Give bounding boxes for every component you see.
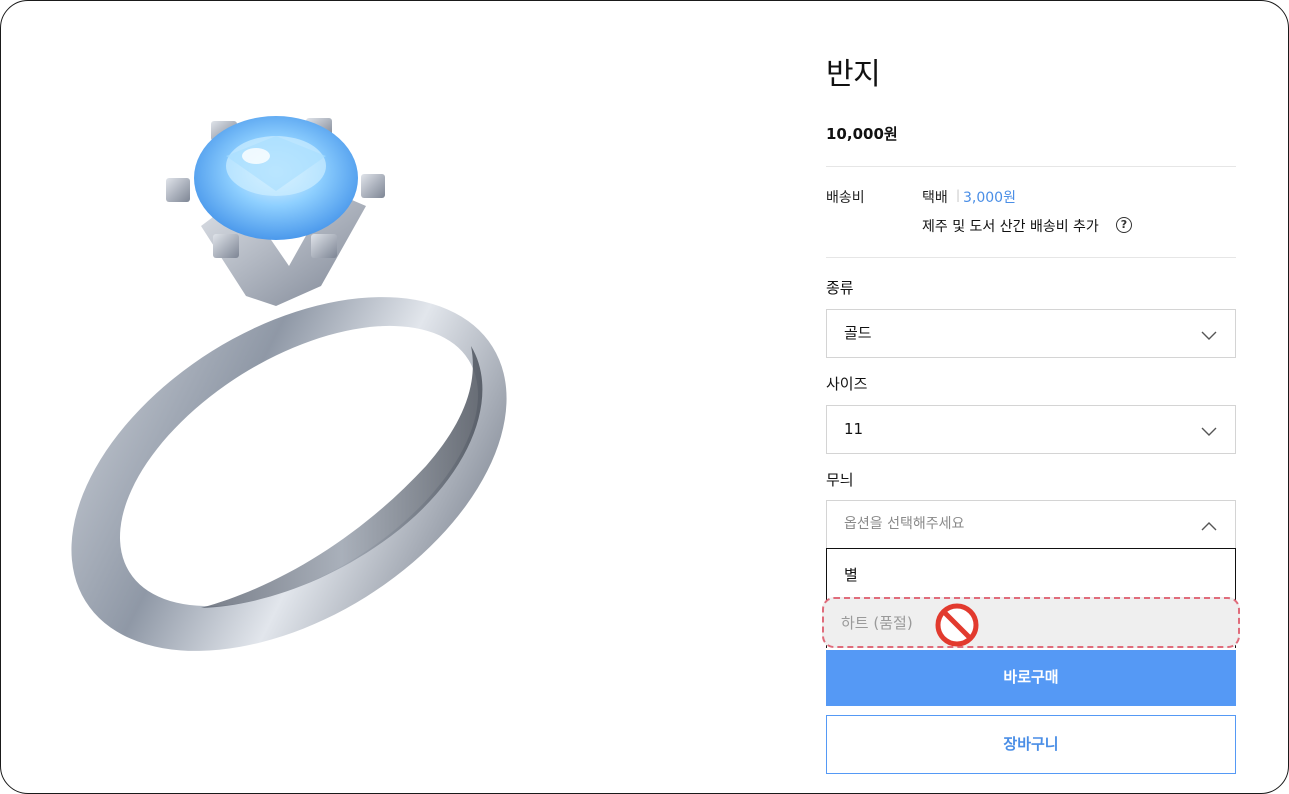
divider [826, 166, 1236, 167]
product-price: 10,000원 [826, 125, 898, 143]
chevron-down-icon [1201, 331, 1217, 340]
size-select[interactable]: 11 [826, 405, 1236, 454]
pattern-select-placeholder: 옵션을 선택해주세요 [844, 516, 965, 532]
chevron-down-icon [1201, 427, 1217, 436]
option-label-size: 사이즈 [826, 375, 868, 393]
shipping-method: 택배 [922, 190, 948, 206]
prohibited-icon [935, 603, 979, 647]
question-circle-icon[interactable]: ? [1116, 217, 1132, 233]
soldout-option-label: 하트 (품절) [841, 614, 913, 632]
diamond-ring-image [71, 116, 507, 651]
type-select[interactable]: 골드 [826, 309, 1236, 358]
dropdown-option-heart-soldout: 하트 (품절) [822, 597, 1240, 648]
chevron-up-icon [1201, 522, 1217, 531]
product-page: 반지 10,000원 배송비 택배 | 3,000원 제주 및 도서 산간 배송… [0, 0, 1289, 794]
divider [826, 257, 1236, 258]
shipping-separator: | [956, 188, 961, 202]
shipping-extra-note: 제주 및 도서 산간 배송비 추가 [922, 219, 1099, 235]
shipping-label: 배송비 [826, 190, 865, 206]
option-label-type: 종류 [826, 279, 854, 297]
shipping-fee: 3,000원 [963, 190, 1016, 206]
dropdown-option-star[interactable]: 별 [844, 564, 858, 585]
add-to-cart-button[interactable]: 장바구니 [826, 715, 1236, 774]
option-label-pattern: 무늬 [826, 471, 854, 489]
type-select-value: 골드 [844, 324, 872, 342]
size-select-value: 11 [844, 420, 864, 438]
buy-now-button[interactable]: 바로구매 [826, 650, 1236, 706]
product-title: 반지 [826, 57, 881, 92]
pattern-select[interactable]: 옵션을 선택해주세요 [826, 500, 1236, 549]
